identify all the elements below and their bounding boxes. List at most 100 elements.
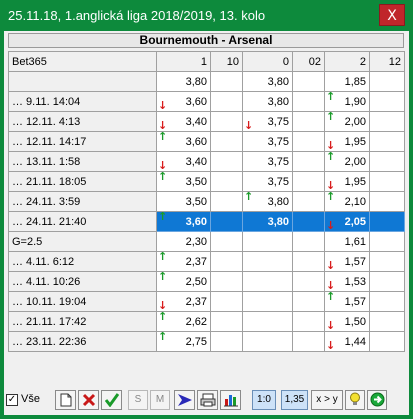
odds-cell-2[interactable]: ↓ 1,50 [324, 311, 370, 332]
odds-cell-0[interactable]: 3,80 [242, 71, 293, 92]
row-label[interactable]: … 12.11. 14:17 [8, 131, 157, 152]
print-button[interactable] [197, 390, 218, 410]
odds-cell-02[interactable] [292, 311, 325, 332]
odds-cell-10[interactable] [210, 151, 243, 172]
odds-cell-1[interactable]: 3,50 [156, 191, 211, 212]
row-label[interactable]: … 10.11. 19:04 [8, 291, 157, 312]
odds-cell-1[interactable]: ↑ 2,50 [156, 271, 211, 292]
odds-cell-2[interactable]: ↑ 2,10 [324, 191, 370, 212]
odds-cell-2[interactable]: ↓ 1,95 [324, 171, 370, 192]
odds-cell-02[interactable] [292, 151, 325, 172]
odds-cell-02[interactable] [292, 171, 325, 192]
row-label[interactable]: G=2.5 [8, 231, 157, 252]
table-row[interactable]: … 24.11. 3:59 3,50 ↑ 3,80 ↑ 2,10 [8, 191, 405, 212]
odds-cell-12[interactable] [369, 311, 405, 332]
new-document-button[interactable] [55, 390, 76, 410]
odds-cell-0[interactable]: ↓ 3,75 [242, 111, 293, 132]
odds-cell-0[interactable] [242, 291, 293, 312]
table-row[interactable]: … 10.11. 19:04 ↓ 2,37 ↑ 1,57 [8, 291, 405, 312]
odds-cell-1[interactable]: ↑ 2,75 [156, 331, 211, 352]
odds-cell-10[interactable] [210, 71, 243, 92]
odds-cell-10[interactable] [210, 131, 243, 152]
row-label[interactable]: … 4.11. 6:12 [8, 251, 157, 272]
odds-cell-02[interactable] [292, 191, 325, 212]
col-header-12[interactable]: 12 [369, 51, 405, 72]
odds-cell-0[interactable]: 3,75 [242, 151, 293, 172]
compare-button[interactable]: x > y [311, 390, 343, 410]
odds-cell-2[interactable]: ↓ 1,53 [324, 271, 370, 292]
row-label[interactable]: … 21.11. 18:05 [8, 171, 157, 192]
odds-cell-1[interactable]: ↑ 3,60 [156, 131, 211, 152]
table-row[interactable]: … 24.11. 21:40 ↑ 3,60 3,80 ↓ 2,05 [8, 211, 405, 232]
table-row[interactable]: … 4.11. 10:26 ↑ 2,50 ↓ 1,53 [8, 271, 405, 292]
col-header-1[interactable]: 1 [156, 51, 211, 72]
odds-cell-1[interactable]: 2,30 [156, 231, 211, 252]
odds-cell-10[interactable] [210, 111, 243, 132]
odds-cell-1[interactable]: ↑ 3,60 [156, 211, 211, 232]
odds-cell-10[interactable] [210, 191, 243, 212]
odds-cell-2[interactable]: ↓ 1,95 [324, 131, 370, 152]
odds-cell-1[interactable]: ↓ 3,60 [156, 91, 211, 112]
row-label[interactable]: … 23.11. 22:36 [8, 331, 157, 352]
confirm-button[interactable] [101, 390, 122, 410]
col-header-2[interactable]: 2 [324, 51, 370, 72]
row-label[interactable]: … 21.11. 17:42 [8, 311, 157, 332]
table-row[interactable]: … 12.11. 4:13 ↓ 3,40 ↓ 3,75 ↑ 2,00 [8, 111, 405, 132]
row-label[interactable]: … 9.11. 14:04 [8, 91, 157, 112]
title-bar[interactable]: 25.11.18, 1.anglická liga 2018/2019, 13.… [0, 0, 413, 31]
odds-cell-12[interactable] [369, 111, 405, 132]
odds-cell-02[interactable] [292, 331, 325, 352]
odds-cell-1[interactable]: ↓ 2,37 [156, 291, 211, 312]
odds-cell-2[interactable]: ↓ 1,44 [324, 331, 370, 352]
odds-cell-0[interactable]: 3,80 [242, 211, 293, 232]
send-button[interactable] [174, 390, 195, 410]
table-row[interactable]: 3,80 3,80 1,85 [8, 71, 405, 92]
odds-cell-12[interactable] [369, 271, 405, 292]
row-label[interactable]: … 12.11. 4:13 [8, 111, 157, 132]
odds-cell-12[interactable] [369, 291, 405, 312]
row-label[interactable]: … 4.11. 10:26 [8, 271, 157, 292]
odds-cell-10[interactable] [210, 171, 243, 192]
table-row[interactable]: … 21.11. 17:42 ↑ 2,62 ↓ 1,50 [8, 311, 405, 332]
odds-cell-12[interactable] [369, 211, 405, 232]
delete-button[interactable] [78, 390, 99, 410]
odds-cell-12[interactable] [369, 71, 405, 92]
close-button[interactable]: X [379, 4, 405, 26]
odds-cell-1[interactable]: ↑ 3,50 [156, 171, 211, 192]
odds-cell-1[interactable]: ↓ 3,40 [156, 151, 211, 172]
s-button[interactable]: S [128, 390, 148, 410]
odds-cell-0[interactable]: 3,75 [242, 131, 293, 152]
go-button[interactable] [367, 390, 387, 410]
row-label[interactable] [8, 71, 157, 92]
odds-cell-0[interactable] [242, 271, 293, 292]
odds-cell-2[interactable]: ↑ 1,57 [324, 291, 370, 312]
table-row[interactable]: … 13.11. 1:58 ↓ 3,40 3,75 ↑ 2,00 [8, 151, 405, 172]
odds-cell-12[interactable] [369, 171, 405, 192]
odds-cell-2[interactable]: ↓ 1,57 [324, 251, 370, 272]
odds-cell-10[interactable] [210, 91, 243, 112]
odds-cell-2[interactable]: ↓ 2,05 [324, 211, 370, 232]
odds-cell-1[interactable]: 3,80 [156, 71, 211, 92]
row-label[interactable]: … 13.11. 1:58 [8, 151, 157, 172]
odds-cell-12[interactable] [369, 151, 405, 172]
col-header-0[interactable]: 0 [242, 51, 293, 72]
odds-cell-0[interactable] [242, 231, 293, 252]
col-header-02[interactable]: 02 [292, 51, 325, 72]
odds-cell-12[interactable] [369, 251, 405, 272]
odds-cell-12[interactable] [369, 231, 405, 252]
odds-cell-2[interactable]: 1,85 [324, 71, 370, 92]
odds-cell-10[interactable] [210, 231, 243, 252]
odds-cell-1[interactable]: ↑ 2,62 [156, 311, 211, 332]
odds-cell-10[interactable] [210, 311, 243, 332]
odds-cell-2[interactable]: 1,61 [324, 231, 370, 252]
odds-cell-10[interactable] [210, 271, 243, 292]
odds-button[interactable]: 1,35 [281, 390, 308, 410]
odds-cell-02[interactable] [292, 131, 325, 152]
odds-cell-0[interactable] [242, 311, 293, 332]
odds-cell-12[interactable] [369, 191, 405, 212]
col-header-10[interactable]: 10 [210, 51, 243, 72]
odds-cell-0[interactable]: ↑ 3,80 [242, 191, 293, 212]
row-label[interactable]: … 24.11. 3:59 [8, 191, 157, 212]
table-row[interactable]: … 4.11. 6:12 ↑ 2,37 ↓ 1,57 [8, 251, 405, 272]
odds-cell-10[interactable] [210, 331, 243, 352]
